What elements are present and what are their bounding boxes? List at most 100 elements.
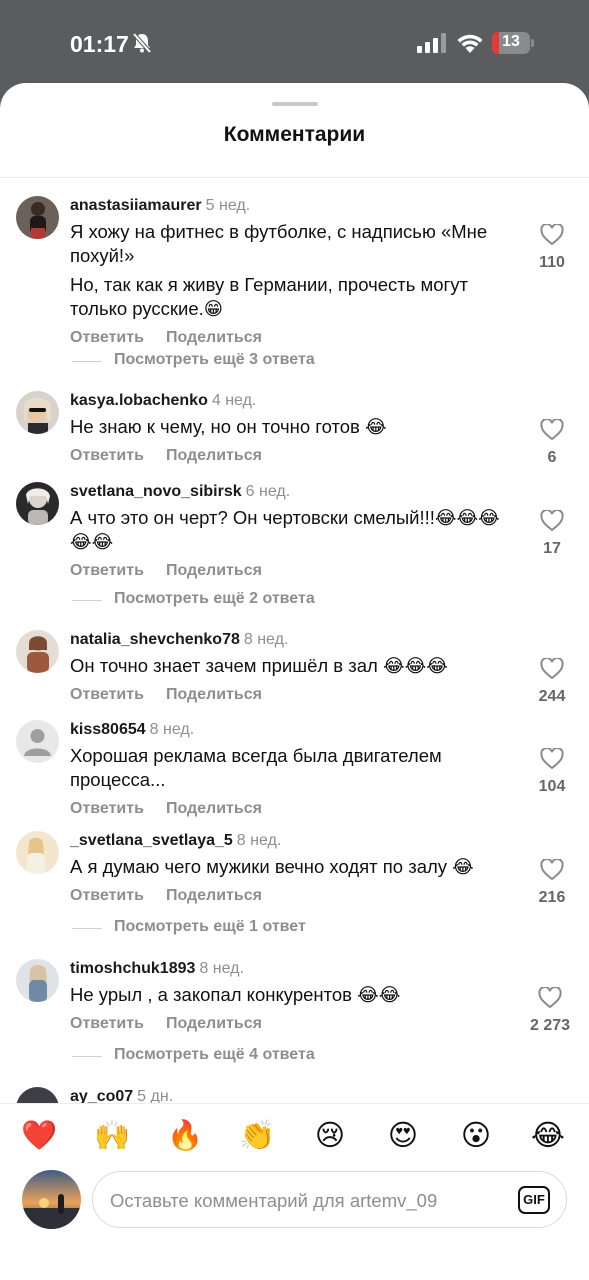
comment-line: Но, так как я живу в Германии, прочесть … <box>70 274 469 319</box>
like-control: 17 <box>531 510 573 558</box>
comment-line: А я думаю чего мужики вечно ходят по зал… <box>70 856 474 877</box>
laughing-emoji-icon[interactable]: 😂 <box>530 1117 566 1153</box>
comment-line: Он точно знает зачем пришёл в зал 😂😂😂 <box>70 655 448 676</box>
reply-button[interactable]: Ответить <box>70 562 144 579</box>
divider <box>72 361 102 362</box>
comment-body: kasya.lobachenko 4 нед. Не знаю к чему, н… <box>70 391 510 465</box>
fire-emoji-icon[interactable]: 🔥 <box>167 1117 203 1153</box>
like-count: 17 <box>543 540 561 557</box>
comment-body: natalia_shevchenko78 8 нед. Он точно знае… <box>70 630 510 704</box>
share-button[interactable]: Поделиться <box>166 562 262 579</box>
heart-icon[interactable] <box>540 419 564 441</box>
surprised-emoji-icon[interactable]: 😮 <box>458 1117 494 1153</box>
reply-button[interactable]: Ответить <box>70 686 144 703</box>
comment-username[interactable]: _svetlana_svetlaya_5 <box>70 832 233 849</box>
share-button[interactable]: Поделиться <box>166 447 262 464</box>
avatar[interactable] <box>16 630 59 673</box>
reply-button[interactable]: Ответить <box>70 447 144 464</box>
raised-hands-emoji-icon[interactable]: 🙌 <box>94 1117 130 1153</box>
heart-eyes-emoji-icon[interactable]: 😍 <box>385 1117 421 1153</box>
view-replies-label: Посмотреть ещё 1 ответ <box>114 918 306 935</box>
share-button[interactable]: Поделиться <box>166 1015 262 1032</box>
comment-line: А что это он черт? Он чертовски смелый!!… <box>70 507 500 552</box>
comment-input[interactable]: Оставьте комментарий для artemv_09 GIF <box>92 1171 567 1228</box>
avatar[interactable] <box>16 391 59 434</box>
avatar-default-icon[interactable] <box>16 720 59 763</box>
comment-line: Я хожу на фитнес в футболке, с надписью … <box>70 221 488 266</box>
sheet-title: Комментарии <box>223 123 366 146</box>
heart-emoji-icon[interactable]: ❤️ <box>21 1117 57 1153</box>
silent-bell-icon <box>132 32 152 59</box>
like-control: 104 <box>531 748 573 796</box>
clapping-emoji-icon[interactable]: 👏 <box>239 1117 275 1153</box>
battery-icon: 13 <box>492 32 534 54</box>
like-count: 104 <box>538 778 566 795</box>
comment-username[interactable]: natalia_shevchenko78 <box>70 631 240 648</box>
like-count: 244 <box>538 688 566 705</box>
share-button[interactable]: Поделиться <box>166 800 262 817</box>
divider <box>72 1056 102 1057</box>
like-count: 110 <box>539 254 565 271</box>
sheet-grabber[interactable] <box>272 102 318 106</box>
share-button[interactable]: Поделиться <box>166 686 262 703</box>
like-control: 6 <box>531 419 573 467</box>
comment-body: anastasiiamaurer 5 нед. Я хожу на фитнес … <box>70 196 510 347</box>
view-replies-label: Посмотреть ещё 4 ответа <box>114 1046 315 1063</box>
heart-icon[interactable] <box>540 859 564 881</box>
avatar[interactable] <box>16 1087 59 1103</box>
my-avatar <box>22 1170 81 1229</box>
reply-button[interactable]: Ответить <box>70 1015 144 1032</box>
comment-text: А что это он черт? Он чертовски смелый!!… <box>70 506 510 554</box>
comment-line: Не знаю к чему, но он точно готов 😂 <box>70 416 387 437</box>
reply-button[interactable]: Ответить <box>70 887 144 904</box>
comment-username[interactable]: anastasiiamaurer <box>70 197 202 214</box>
comment-text: Не урыл , а закопал конкурентов 😂😂 <box>70 983 510 1007</box>
heart-icon[interactable] <box>540 224 564 246</box>
comment-line: Не урыл , а закопал конкурентов 😂😂 <box>70 984 401 1005</box>
comment-username[interactable]: kasya.lobachenko <box>70 392 208 409</box>
wifi-icon <box>456 32 484 58</box>
comment-time: 8 нед. <box>199 960 244 977</box>
comment-text: Хорошая реклама всегда была двигателем п… <box>70 744 510 792</box>
like-control: 216 <box>531 859 573 907</box>
comments-list[interactable]: anastasiiamaurer 5 нед. Я хожу на фитнес … <box>0 178 589 1103</box>
comment-line: Хорошая реклама всегда была двигателем п… <box>70 745 442 790</box>
reply-button[interactable]: Ответить <box>70 329 144 346</box>
heart-icon[interactable] <box>540 748 564 770</box>
comment-body: svetlana_novo_sibirsk 6 нед. А что это он… <box>70 482 510 580</box>
comment-body: kiss80654 8 нед. Хорошая реклама всегда б… <box>70 720 510 818</box>
comment-time: 5 дн. <box>137 1088 174 1103</box>
like-count: 216 <box>538 889 566 906</box>
reply-button[interactable]: Ответить <box>70 800 144 817</box>
emoji-reaction-bar: ❤️ 🙌 🔥 👏 😢 😍 😮 😂 <box>0 1103 589 1163</box>
status-time: 01:17 <box>70 31 129 57</box>
comment-username[interactable]: ay_co07 <box>70 1088 133 1103</box>
comment-body: _svetlana_svetlaya_5 8 нед. А я думаю чег… <box>70 831 510 905</box>
comment-username[interactable]: kiss80654 <box>70 721 146 738</box>
comment-body: timoshchuk1893 8 нед. Не урыл , а закопал… <box>70 959 510 1033</box>
comment-text: Я хожу на фитнес в футболке, с надписью … <box>70 220 510 321</box>
avatar[interactable] <box>16 196 59 239</box>
comment-body: ay_co07 5 дн. <box>70 1087 510 1103</box>
avatar[interactable] <box>16 959 59 1002</box>
comment-time: 4 нед. <box>211 392 257 409</box>
view-replies-label: Посмотреть ещё 3 ответа <box>114 351 315 368</box>
avatar[interactable] <box>16 482 59 525</box>
heart-icon[interactable] <box>540 658 564 680</box>
avatar[interactable] <box>16 831 59 874</box>
battery-level: 13 <box>502 33 520 50</box>
crying-emoji-icon[interactable]: 😢 <box>312 1117 348 1153</box>
heart-icon[interactable] <box>540 510 564 532</box>
signal-icon <box>417 33 447 58</box>
status-bar: 01:17 13 <box>0 0 589 86</box>
comment-text: А я думаю чего мужики вечно ходят по зал… <box>70 855 510 879</box>
comment-time: 5 нед. <box>205 197 251 214</box>
gif-button[interactable]: GIF <box>518 1186 550 1214</box>
comment-username[interactable]: svetlana_novo_sibirsk <box>70 483 242 500</box>
comment-text: Он точно знает зачем пришёл в зал 😂😂😂 <box>70 654 510 678</box>
share-button[interactable]: Поделиться <box>166 887 262 904</box>
comment-text: Не знаю к чему, но он точно готов 😂 <box>70 415 510 439</box>
heart-icon[interactable] <box>538 987 562 1009</box>
comment-username[interactable]: timoshchuk1893 <box>70 960 195 977</box>
share-button[interactable]: Поделиться <box>166 329 262 346</box>
